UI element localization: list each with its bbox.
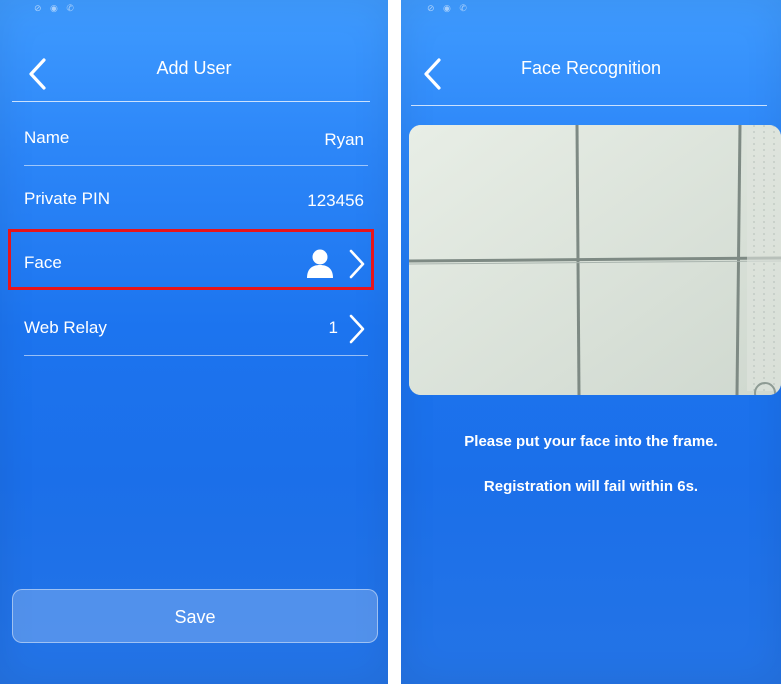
private-pin-value: 123456: [307, 191, 364, 210]
private-pin-label: Private PIN: [24, 189, 110, 208]
page-title: Add User: [156, 58, 232, 78]
status-bar-icons: ⊘ ◉ ✆: [34, 3, 77, 13]
header-divider: [12, 101, 370, 102]
instruction-text-frame: Please put your face into the frame.: [464, 433, 718, 450]
row-divider: [24, 355, 368, 356]
name-label: Name: [24, 128, 70, 147]
instruction-text-timeout: Registration will fail within 6s.: [483, 478, 699, 495]
face-recognition-header: Face Recognition: [401, 50, 781, 98]
chevron-right-icon[interactable]: [348, 313, 366, 345]
camera-feed-ceiling-image: [409, 125, 781, 395]
web-relay-row[interactable]: Web Relay 1: [24, 310, 368, 356]
web-relay-value: 1: [328, 318, 338, 337]
camera-preview-frame: [409, 125, 781, 395]
add-user-header: Add User: [0, 50, 388, 98]
screen-gap: [388, 0, 401, 684]
save-button[interactable]: Save: [12, 589, 378, 643]
face-row-highlight-box: [8, 229, 374, 290]
private-pin-row[interactable]: Private PIN 123456: [24, 181, 368, 221]
row-divider: [24, 165, 368, 166]
status-bar-icons: ⊘ ◉ ✆: [427, 3, 470, 13]
web-relay-label: Web Relay: [24, 318, 107, 337]
face-recognition-screen: ⊘ ◉ ✆ Face Recognition Please put your f…: [401, 0, 781, 684]
name-row[interactable]: Name Ryan: [24, 120, 368, 166]
add-user-screen: ⊘ ◉ ✆ Add User Name Ryan Private PIN 123…: [0, 0, 388, 684]
name-value: Ryan: [324, 130, 364, 149]
header-divider: [411, 105, 767, 106]
page-title: Face Recognition: [520, 58, 662, 78]
